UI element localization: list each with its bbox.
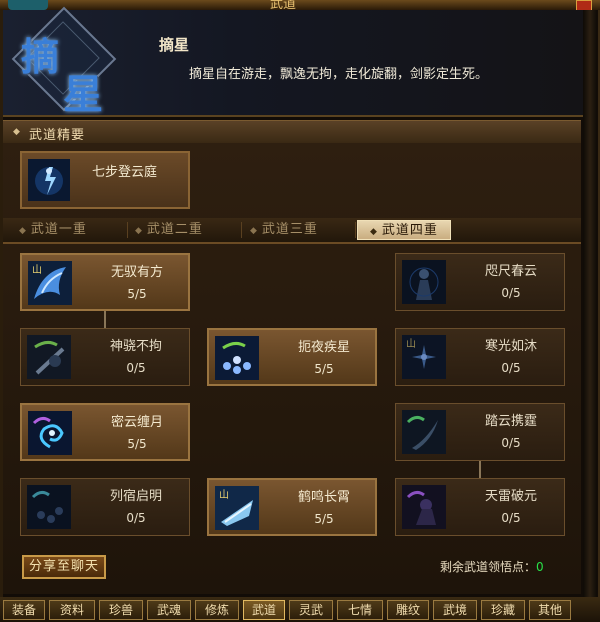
tab-tier-3[interactable]: ◆ 武道三重: [250, 220, 318, 240]
blue-orbs-icon: [215, 336, 259, 380]
tier-tabs: ◆ 武道一重 ◆ 武道二重 ◆ 武道三重 ◆ 武道四重: [3, 218, 581, 244]
ice-wing-icon: 山: [215, 486, 259, 530]
title-bar: 武道: [0, 0, 600, 12]
remaining-points-value: 0: [536, 560, 544, 574]
essence-section-header: ◆ 武道精要: [3, 120, 581, 143]
skill-points: 5/5: [314, 362, 334, 376]
skill-name: 无驭有方: [110, 265, 163, 280]
skill-card[interactable]: 神骁不拘 0/5: [20, 328, 190, 386]
skill-points: 0/5: [501, 361, 521, 375]
nav-equipment[interactable]: 装备: [3, 600, 45, 620]
tab-label: 武道四重: [381, 223, 438, 238]
skill-card[interactable]: 山 无驭有方 5/5: [20, 253, 190, 311]
skill-name: 神骁不拘: [109, 339, 162, 354]
nav-other[interactable]: 其他: [529, 600, 571, 620]
skill-points: 5/5: [127, 287, 147, 301]
skill-card[interactable]: 天雷破元 0/5: [395, 478, 565, 536]
skill-header: 摘 星 摘星 摘星自在游走，飘逸无拘，走化旋翻，剑影定生死。: [3, 6, 583, 118]
nav-spirit-weapon[interactable]: 灵武: [289, 600, 333, 620]
section-title: 武道精要: [29, 128, 86, 143]
tab-label: 武道二重: [146, 222, 203, 237]
skill-description: 摘星自在游走，飘逸无拘，走化旋翻，剑影定生死。: [189, 67, 489, 82]
star-burst-icon: 山: [402, 335, 446, 379]
skill-card[interactable]: 列宿启明 0/5: [20, 478, 190, 536]
bullet-icon: ◆: [370, 227, 378, 237]
tab-tier-1[interactable]: ◆ 武道一重: [19, 220, 87, 240]
svg-text:山: 山: [406, 338, 416, 350]
skill-name: 踏云携霆: [484, 414, 537, 429]
skill-points: 0/5: [501, 436, 521, 450]
skill-card[interactable]: 山 鹤鸣长霄 5/5: [207, 478, 377, 536]
svg-text:山: 山: [32, 264, 42, 276]
thunder-figure-icon: [402, 485, 446, 529]
tab-label: 武道一重: [30, 222, 87, 237]
nav-engraving[interactable]: 雕纹: [387, 600, 429, 620]
scrollbar[interactable]: [583, 10, 597, 622]
share-to-chat-button[interactable]: 分享至聊天: [22, 555, 106, 579]
skill-name: 天雷破元: [484, 489, 537, 504]
skill-link-line: [104, 310, 106, 328]
wind-blade-icon: [402, 410, 446, 454]
remaining-points: 剩余武道领悟点：0: [440, 558, 544, 575]
skill-card[interactable]: 咫尺春云 0/5: [395, 253, 565, 311]
purple-swirl-icon: [28, 411, 72, 455]
nav-martial-realm[interactable]: 武境: [433, 600, 477, 620]
blue-dragon-icon: 山: [28, 261, 72, 305]
tab-divider: [355, 222, 356, 238]
emblem-char-1: 摘: [21, 34, 60, 79]
skill-name: 扼夜疾星: [297, 340, 350, 355]
bottom-nav: 装备 资料 珍兽 武魂 修炼 武道 灵武 七情 雕纹 武境 珍藏 其他: [0, 597, 600, 622]
skill-points: 0/5: [501, 286, 521, 300]
essence-skill-card[interactable]: 七步登云庭: [20, 151, 190, 209]
tab-tier-2[interactable]: ◆ 武道二重: [135, 220, 203, 240]
sword-slash-icon: [27, 335, 71, 379]
lightning-figure-icon: [28, 159, 70, 201]
skill-points: 0/5: [126, 511, 146, 525]
skill-name: 摘星: [159, 36, 190, 54]
nav-martial-way[interactable]: 武道: [243, 600, 285, 620]
svg-text:山: 山: [219, 489, 229, 501]
moon-orbs-icon: [27, 485, 71, 529]
dark-figure-icon: [402, 260, 446, 304]
skill-points: 0/5: [501, 511, 521, 525]
skill-name: 鹤鸣长霄: [297, 490, 350, 505]
bullet-icon: ◆: [19, 226, 27, 236]
bullet-icon: ◆: [13, 127, 20, 137]
nav-profile[interactable]: 资料: [49, 600, 95, 620]
nav-collection[interactable]: 珍藏: [481, 600, 525, 620]
nav-cultivation[interactable]: 修炼: [195, 600, 239, 620]
skill-name: 咫尺春云: [484, 264, 537, 279]
nav-seven-emotions[interactable]: 七情: [337, 600, 383, 620]
skill-name: 密云缠月: [110, 415, 163, 430]
skill-link-line: [479, 460, 481, 478]
emblem-char-2: 星: [63, 71, 103, 118]
skill-points: 0/5: [126, 361, 146, 375]
remaining-points-label: 剩余武道领悟点：: [440, 560, 537, 574]
tab-tier-4[interactable]: ◆ 武道四重: [357, 220, 451, 240]
skill-card[interactable]: 密云缠月 5/5: [20, 403, 190, 461]
skill-card[interactable]: 山 寒光如沐 0/5: [395, 328, 565, 386]
skill-name: 寒光如沐: [484, 339, 537, 354]
skill-name: 列宿启明: [109, 489, 162, 504]
nav-martial-soul[interactable]: 武魂: [147, 600, 191, 620]
tab-divider: [241, 222, 242, 238]
skill-card[interactable]: 扼夜疾星 5/5: [207, 328, 377, 386]
nav-pets[interactable]: 珍兽: [99, 600, 143, 620]
bullet-icon: ◆: [250, 226, 258, 236]
tab-label: 武道三重: [261, 222, 318, 237]
bullet-icon: ◆: [135, 226, 143, 236]
skill-emblem: 摘 星: [7, 6, 117, 118]
tab-divider: [127, 222, 128, 238]
essence-skill-name: 七步登云庭: [92, 165, 158, 180]
skill-points: 5/5: [314, 512, 334, 526]
skill-card[interactable]: 踏云携霆 0/5: [395, 403, 565, 461]
title-ornament-left: [8, 0, 48, 10]
skill-points: 5/5: [127, 437, 147, 451]
